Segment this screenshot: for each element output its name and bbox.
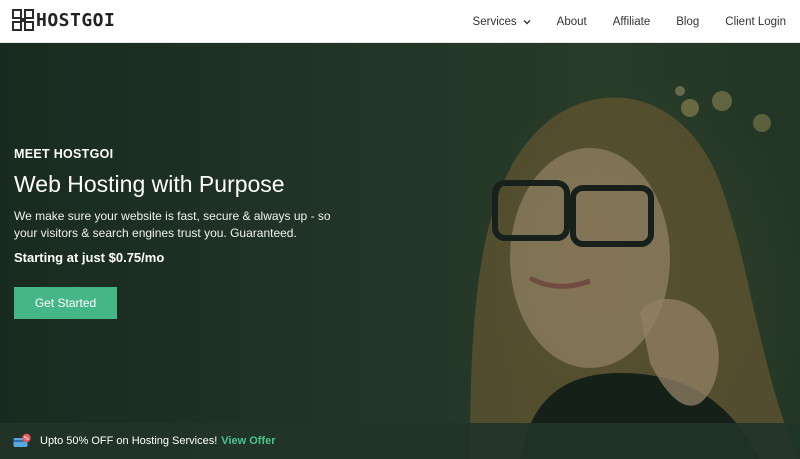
brand-name: HOSTGOI: [36, 9, 116, 31]
nav-item-services[interactable]: Services: [473, 16, 531, 28]
nav-item-label: About: [556, 15, 587, 28]
top-navbar: HOSTGOI Services About Affiliate Blog Cl…: [0, 0, 800, 43]
main-menu: Services About Affiliate Blog Client Log…: [447, 0, 786, 43]
hostgoi-logo-icon: [12, 9, 34, 31]
promo-text: Upto 50% OFF on Hosting Services!: [40, 435, 218, 447]
brand-logo[interactable]: HOSTGOI: [12, 9, 115, 31]
hero-price: Starting at just $0.75/mo: [14, 250, 165, 265]
hero-description: We make sure your website is fast, secur…: [14, 209, 331, 240]
discount-card-icon: %: [13, 433, 31, 447]
nav-item-affiliate[interactable]: Affiliate: [613, 16, 651, 28]
svg-text:%: %: [24, 436, 29, 442]
nav-item-label: Blog: [676, 15, 700, 28]
view-offer-link[interactable]: View Offer: [221, 435, 275, 447]
nav-item-label: Affiliate: [612, 15, 651, 28]
nav-item-about[interactable]: About: [557, 16, 587, 28]
promo-bar: % Upto 50% OFF on Hosting Services! View…: [0, 423, 800, 459]
hero-eyebrow: MEET HOSTGOI: [14, 147, 114, 161]
nav-item-label: Services: [472, 15, 517, 28]
hero-title: Web Hosting with Purpose: [14, 171, 285, 197]
get-started-button[interactable]: Get Started: [14, 287, 117, 319]
nav-item-label: Client Login: [725, 15, 786, 28]
nav-item-client-login[interactable]: Client Login: [725, 16, 786, 28]
hero-section: MEET HOSTGOI Web Hosting with Purpose We…: [0, 43, 800, 459]
nav-item-blog[interactable]: Blog: [676, 16, 699, 28]
chevron-down-icon: [523, 19, 531, 24]
